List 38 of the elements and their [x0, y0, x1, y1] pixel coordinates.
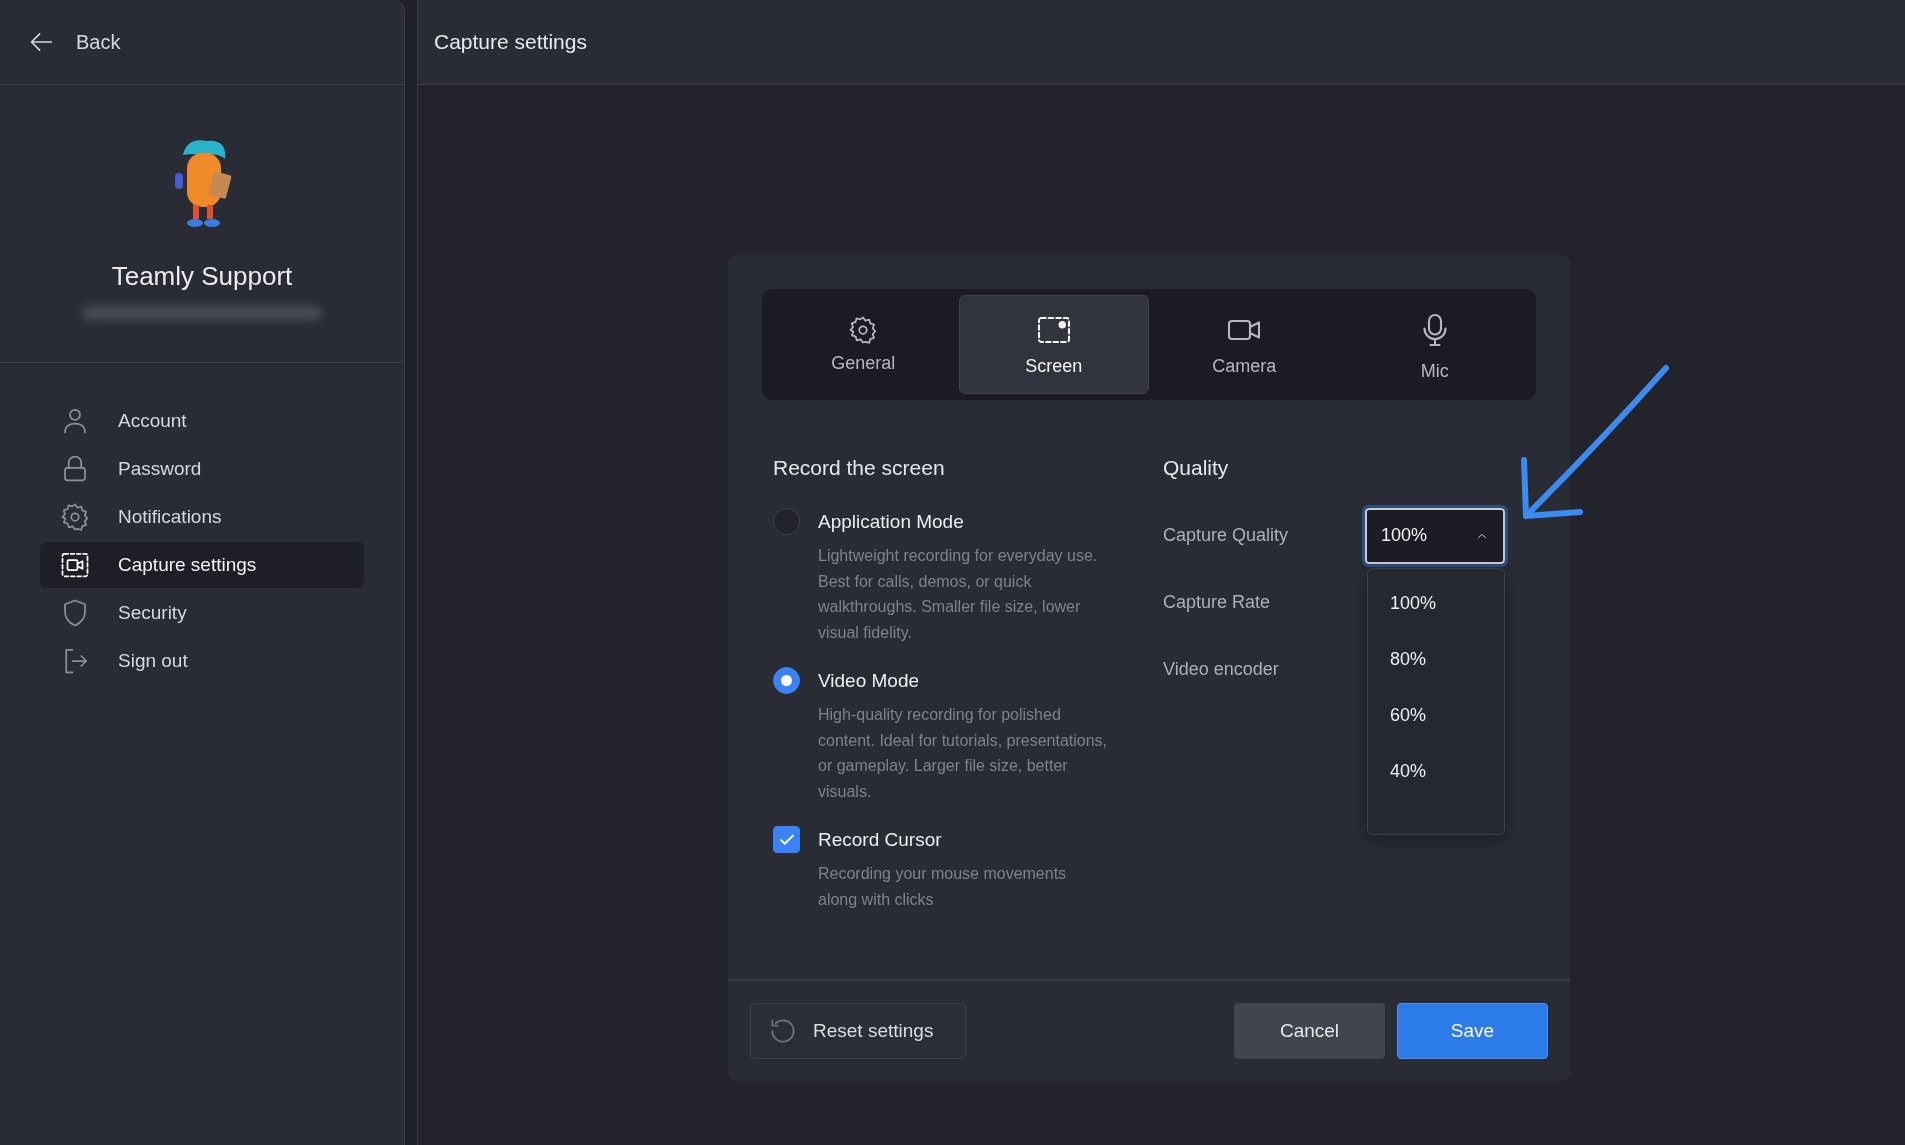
profile-name: Teamly Support	[111, 261, 293, 292]
option-description: High-quality recording for polished content. Ideal for tutorials, presentations, or gameplay. Larger file size, better visuals.	[818, 705, 1108, 802]
tab[interactable]: Screen	[958, 295, 1149, 394]
sidebar-item[interactable]: Password	[40, 446, 364, 492]
sidebar-item[interactable]: Notifications	[40, 494, 364, 540]
screen-record-icon	[60, 550, 90, 580]
radio-button[interactable]	[773, 508, 800, 535]
checkbox[interactable]	[773, 826, 800, 853]
back-button[interactable]: Back	[28, 28, 121, 56]
dropdown-option[interactable]: 80%	[1368, 649, 1504, 705]
option-label: Video Mode	[818, 669, 921, 692]
save-button[interactable]: Save	[1397, 1003, 1548, 1059]
quality-dropdown[interactable]: 100%	[1365, 507, 1505, 564]
dropdown-option[interactable]: 100%	[1368, 593, 1504, 649]
reset-button[interactable]: Reset settings	[750, 1003, 966, 1059]
gear-icon	[848, 315, 879, 345]
option-description: Lightweight recording for everyday use. Best for calls, demos, or quick walkthroughs. Smaller file size, lower visual fidelity.	[818, 546, 1099, 643]
sidebar-item[interactable]: Capture settings	[40, 542, 364, 588]
tab[interactable]: Mic	[1339, 295, 1530, 394]
sidebar-item[interactable]: Security	[40, 590, 364, 636]
page-title: Capture settings	[434, 30, 587, 54]
dropdown-option[interactable]: 40%	[1368, 761, 1504, 817]
radio-button[interactable]	[773, 667, 800, 694]
section-title: Quality	[1163, 456, 1230, 480]
field-label: Capture Quality	[1163, 525, 1290, 546]
sidebar-item[interactable]: Sign out	[40, 638, 364, 684]
field-label: Video encoder	[1163, 659, 1280, 680]
field-label: Capture Rate	[1163, 592, 1272, 613]
cancel-button[interactable]: Cancel	[1234, 1003, 1385, 1059]
section-title: Record the screen	[773, 456, 946, 480]
option-label: Record Cursor	[818, 828, 943, 851]
gear-icon	[60, 502, 90, 532]
dropdown-option[interactable]: 60%	[1368, 705, 1504, 761]
tab[interactable]: Camera	[1149, 295, 1340, 394]
tab[interactable]: General	[768, 295, 959, 394]
option-label: Application Mode	[818, 510, 965, 533]
sidebar-item[interactable]: Account	[40, 398, 364, 444]
option-description: Recording your mouse movements along with clicks	[818, 864, 1068, 910]
